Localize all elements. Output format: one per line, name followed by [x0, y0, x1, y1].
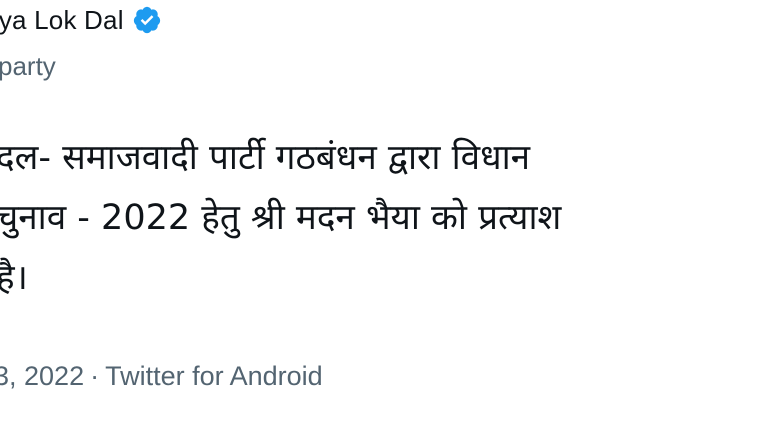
author-subtitle: party — [0, 51, 56, 81]
tweet-text: दल- समाजवादी पार्टी गठबंधन द्वारा विधान … — [0, 128, 768, 308]
author-subtitle-row: party — [0, 48, 56, 84]
author-display-name[interactable]: riya Lok Dal — [0, 5, 124, 36]
tweet-card: riya Lok Dal party दल- समाजवादी पार्टी ग… — [0, 0, 768, 432]
meta-separator: · — [90, 361, 100, 391]
tweet-source: Twitter for Android — [105, 361, 323, 391]
verified-badge-icon — [132, 5, 162, 35]
tweet-line: दल- समाजवादी पार्टी गठबंधन द्वारा विधान — [0, 138, 531, 178]
tweet-line: चुनाव - 2022 हेतु श्री मदन भैया को प्रत्… — [0, 198, 562, 238]
author-row: riya Lok Dal — [0, 2, 162, 38]
tweet-line: है। — [0, 258, 28, 298]
tweet-date[interactable]: 3, 2022 — [0, 361, 84, 391]
tweet-meta: 3, 2022 · Twitter for Android — [0, 356, 323, 396]
